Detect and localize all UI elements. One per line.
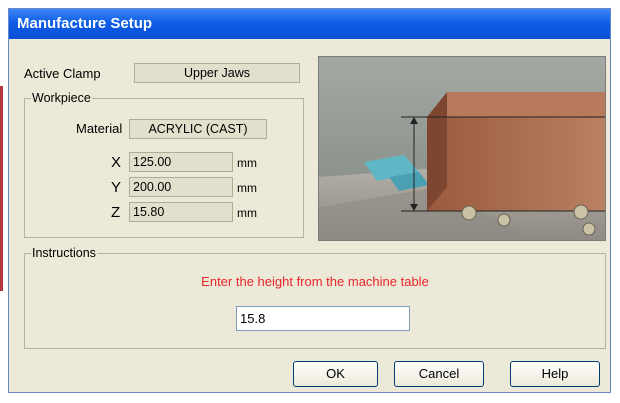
window-title: Manufacture Setup [17,15,153,32]
title-bar[interactable]: Manufacture Setup [9,9,610,39]
material-label: Material [76,121,123,136]
y-unit: mm [237,181,257,195]
z-field: 15.80 [129,202,233,222]
manufacture-setup-dialog: Manufacture Setup Active Clamp Upper Jaw… [8,8,611,393]
active-clamp-field: Upper Jaws [134,63,300,83]
z-label: Z [111,204,121,221]
workpiece-legend: Workpiece [31,91,92,105]
x-unit: mm [237,156,257,170]
material-field: ACRYLIC (CAST) [129,119,267,139]
instructions-legend: Instructions [31,246,97,260]
ok-button[interactable]: OK [293,361,378,387]
y-field: 200.00 [129,177,233,197]
x-label: X [111,154,122,171]
instructions-group: Instructions Enter the height from the m… [24,246,606,349]
z-unit: mm [237,206,257,220]
workpiece-group: Workpiece Material ACRYLIC (CAST) X 125.… [24,91,304,238]
instruction-text: Enter the height from the machine table [201,274,429,289]
x-field: 125.00 [129,152,233,172]
cancel-button[interactable]: Cancel [394,361,484,387]
workpiece-photo [318,56,606,241]
active-clamp-label: Active Clamp [24,66,101,81]
height-input[interactable]: 15.8 [236,306,410,331]
background-accent-line [0,86,3,291]
y-label: Y [111,179,122,196]
help-button[interactable]: Help [510,361,600,387]
